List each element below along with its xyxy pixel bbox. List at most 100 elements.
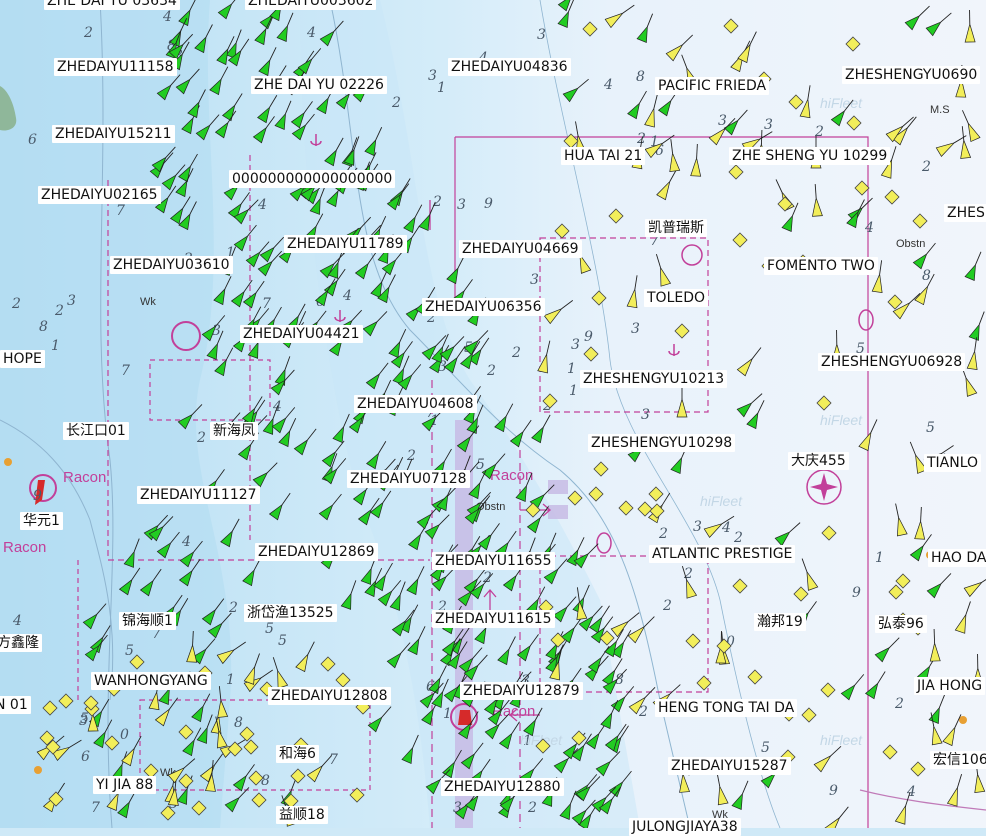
depth-sounding: 4 — [603, 77, 613, 93]
depth-sounding: 3 — [718, 113, 727, 129]
vessel-label[interactable]: 锦海顺1 — [119, 612, 176, 630]
vessel-label[interactable]: ZHEDAIYU003602 — [245, 0, 376, 10]
vessel-label[interactable]: 凯普瑞斯 — [645, 219, 707, 237]
vessel-label[interactable]: TIANLO — [924, 454, 981, 472]
depth-sounding: 2 — [894, 696, 904, 712]
vessel-label[interactable]: ZHEDAIYU11789 — [284, 235, 407, 253]
vessel-label[interactable]: ZHES — [944, 204, 986, 222]
chart-annotation: Obstn — [896, 238, 925, 250]
vessel-label[interactable]: ZHEDAIYU03610 — [110, 256, 233, 274]
vessel-label[interactable]: ZHESHENGYU06928 — [818, 353, 965, 371]
depth-sounding: 1 — [443, 706, 452, 722]
depth-sounding: 8 — [922, 268, 931, 284]
vessel-label[interactable]: HUA TAI 21 — [561, 147, 645, 165]
vessel-label[interactable]: 宏信106 — [930, 751, 986, 769]
vessel-label[interactable]: HOPE — [0, 350, 45, 368]
depth-sounding: 4 — [162, 9, 172, 25]
vessel-label[interactable]: ZHEDAIYU04608 — [354, 395, 477, 413]
vessel-label[interactable]: 和海6 — [276, 745, 319, 763]
depth-sounding: 5 — [761, 740, 770, 756]
depth-sounding: 2 — [228, 600, 238, 616]
depth-sounding: 2 — [432, 194, 442, 210]
vessel-label[interactable]: JULONGJIAYA38 — [629, 818, 741, 836]
vessel-label[interactable]: 华元1 — [20, 512, 63, 530]
depth-sounding: 4 — [342, 288, 352, 304]
depth-sounding: 3 — [764, 117, 773, 133]
vessel-label[interactable]: ZHESHENGYU0690 — [842, 66, 980, 84]
vessel-label[interactable]: ZHEDAIYU11127 — [137, 486, 260, 504]
vessel-label[interactable]: JIA HONG — [914, 677, 985, 695]
vessel-label[interactable]: ZHE SHENG YU 10299 — [729, 147, 890, 165]
vessel-label[interactable]: ZHEDAIYU15287 — [668, 757, 791, 775]
vessel-label[interactable]: ZHE DAI YU 03634 — [44, 0, 180, 10]
depth-sounding: 1 — [567, 361, 576, 377]
vessel-label[interactable]: 弘泰96 — [875, 615, 927, 633]
vessel-label[interactable]: ZHEDAIYU12808 — [268, 687, 391, 705]
depth-sounding: 8 — [39, 319, 48, 335]
vessel-label[interactable]: 长江口01 — [63, 422, 129, 440]
depth-sounding: 1 — [875, 550, 884, 566]
vessel-label[interactable]: YI JIA 88 — [93, 776, 156, 794]
depth-sounding: 2 — [662, 598, 672, 614]
vessel-label[interactable]: ZHEDAIYU12869 — [255, 543, 378, 561]
chart-annotation: Racon — [490, 467, 533, 484]
vessel-label[interactable]: 大庆455 — [788, 452, 849, 470]
vessel-label[interactable]: PACIFIC FRIEDA — [655, 77, 769, 95]
vessel-label[interactable]: HAO DA — [928, 549, 986, 567]
depth-sounding: 8 — [234, 715, 243, 731]
vessel-label[interactable]: HENG TONG TAI DA — [655, 699, 797, 717]
vessel-label[interactable]: ZHEDAIYU02165 — [38, 186, 161, 204]
vessel-label[interactable]: ZHEDAIYU11615 — [432, 610, 555, 628]
depth-sounding: 2 — [486, 363, 496, 379]
vessel-label[interactable]: ZHEDAIYU06356 — [422, 298, 545, 316]
depth-sounding: 3 — [428, 68, 437, 84]
depth-sounding: 2 — [196, 430, 206, 446]
depth-sounding: 5 — [265, 621, 274, 637]
vessel-label[interactable]: TOLEDO — [644, 289, 708, 307]
vessel-label[interactable]: 益顺18 — [276, 806, 328, 824]
vessel-label[interactable]: ZHEDAIYU04669 — [459, 240, 582, 258]
depth-sounding: 7 — [329, 752, 338, 768]
watermark-text: hiFleet — [820, 732, 863, 748]
depth-sounding: 3 — [67, 293, 76, 309]
depth-sounding: 7 — [262, 296, 271, 312]
vessel-label[interactable]: ZHEDAIYU11655 — [432, 552, 555, 570]
depth-sounding: 4 — [906, 784, 916, 800]
depth-sounding: 3 — [631, 321, 640, 337]
depth-sounding: 4 — [181, 534, 191, 550]
vessel-label[interactable]: ZHEDAIYU12880 — [441, 778, 564, 796]
vessel-label[interactable]: N 01 — [0, 696, 31, 714]
vessel-label[interactable]: ZHEDAIYU04836 — [448, 58, 571, 76]
vessel-label[interactable]: 新海凤 — [210, 422, 258, 440]
vessel-label[interactable]: ZHEDAIYU04421 — [240, 325, 363, 343]
watermark-text: hiFleet — [820, 412, 863, 428]
depth-sounding: 9 — [829, 783, 838, 799]
chart-annotation: Wk — [140, 296, 156, 308]
vessel-label[interactable]: ZHESHENGYU10213 — [580, 370, 727, 388]
traffic-lane — [548, 480, 568, 494]
vessel-label[interactable]: 000000000000000000 — [229, 170, 395, 188]
depth-sounding: 2 — [391, 95, 401, 111]
depth-sounding: 4 — [257, 197, 267, 213]
depth-sounding: 3 — [537, 27, 546, 43]
vessel-label[interactable]: ZHEDAIYU07128 — [347, 470, 470, 488]
vessel-label[interactable]: ZHESHENGYU10298 — [588, 434, 735, 452]
vessel-label[interactable]: ZHEDAIYU11158 — [54, 58, 177, 76]
depth-sounding: 1 — [437, 80, 446, 96]
vessel-label[interactable]: FOMENTO TWO — [764, 257, 878, 275]
vessel-label[interactable]: 方鑫隆 — [0, 634, 42, 652]
depth-sounding: 2 — [814, 124, 824, 140]
vessel-label[interactable]: ZHEDAIYU15211 — [52, 125, 175, 143]
vessel-label[interactable]: 瀚邦19 — [754, 613, 806, 631]
vessel-label[interactable]: ZHE DAI YU 02226 — [251, 76, 387, 94]
vessel-label[interactable]: 浙岱渔13525 — [244, 604, 337, 622]
chart-annotation: Racon — [63, 469, 106, 486]
vessel-label[interactable]: ZHEDAIYU12879 — [460, 682, 583, 700]
depth-sounding: 2 — [482, 570, 492, 586]
vessel-label[interactable]: ATLANTIC PRESTIGE — [649, 545, 795, 563]
vessel-label[interactable]: WANHONGYANG — [91, 672, 211, 690]
depth-sounding: 3 — [641, 407, 650, 423]
depth-sounding: 2 — [733, 530, 743, 546]
depth-sounding: 4 — [721, 520, 731, 536]
depth-sounding: 0 — [120, 727, 129, 743]
